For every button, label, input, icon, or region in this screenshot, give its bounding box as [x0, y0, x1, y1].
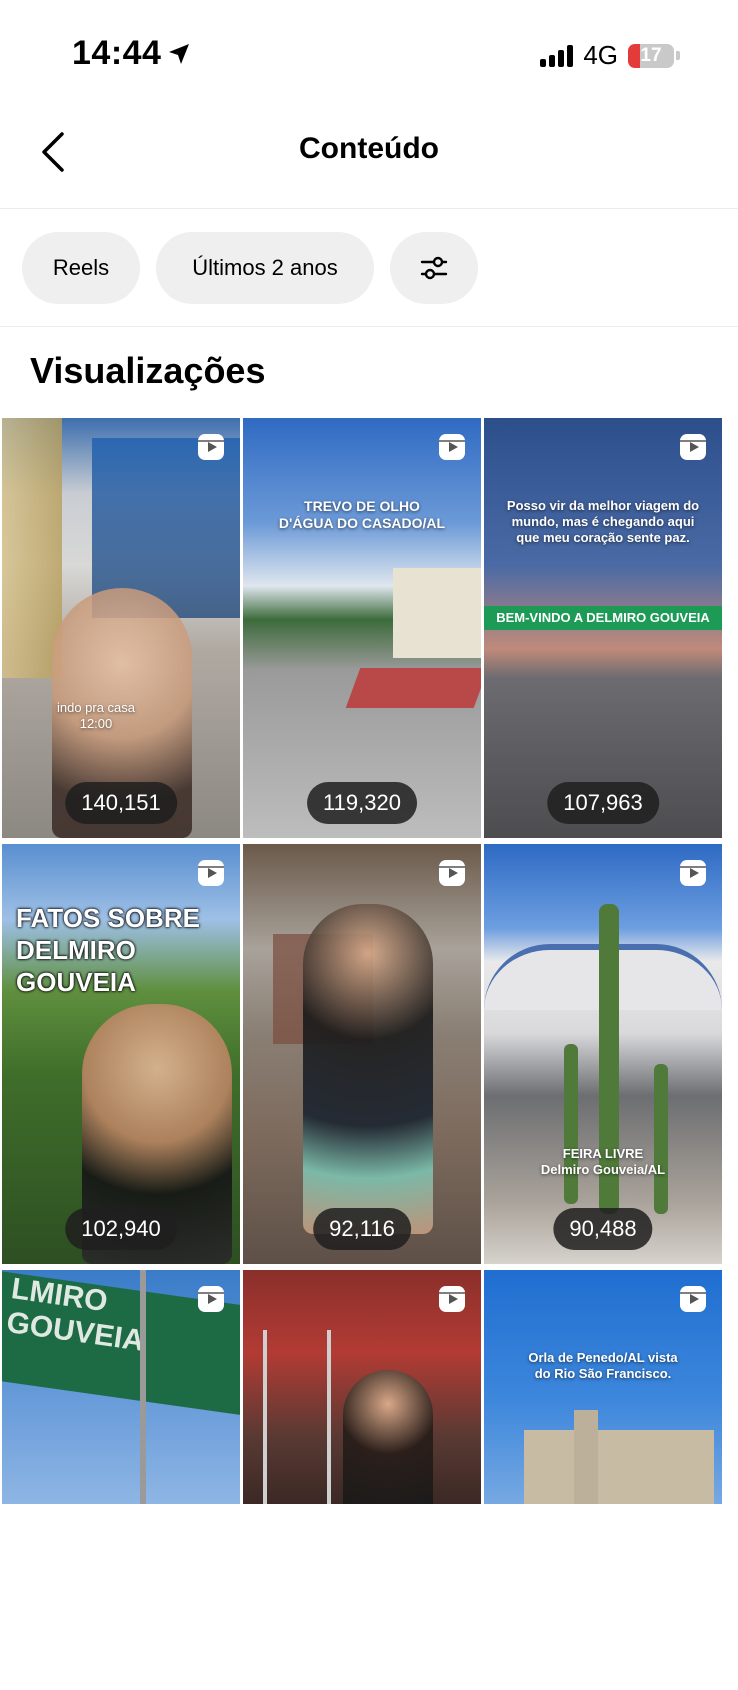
reel-caption: indo pra casa 12:00 — [56, 700, 136, 731]
reel-thumbnail[interactable]: TREVO DE OLHO D'ÁGUA DO CASADO/AL 119,32… — [243, 418, 481, 838]
reel-overlay-text: FATOS SOBRE DELMIRO GOUVEIA — [16, 902, 240, 998]
reel-thumbnail[interactable]: 92,116 — [243, 844, 481, 1264]
reel-caption: TREVO DE OLHO D'ÁGUA DO CASADO/AL — [278, 498, 446, 531]
sliders-icon — [420, 256, 448, 280]
period-filter[interactable]: Últimos 2 anos — [156, 232, 374, 304]
content-type-filter[interactable]: Reels — [22, 232, 140, 304]
page-title: Conteúdo — [299, 132, 439, 165]
reel-caption: Orla de Penedo/AL vista do Rio São Franc… — [528, 1350, 678, 1381]
view-count: 119,320 — [307, 782, 417, 824]
reel-thumbnail[interactable]: LMIRO GOUVEIA — [2, 1270, 240, 1506]
bottom-spacer — [0, 1504, 738, 1600]
header-divider — [0, 208, 738, 209]
reels-icon — [198, 434, 224, 460]
reel-thumbnail[interactable]: Orla de Penedo/AL vista do Rio São Franc… — [484, 1270, 722, 1506]
section-title: Visualizações — [30, 350, 266, 391]
status-bar: 14:44 4G 17 — [0, 0, 738, 100]
reel-overlay-text: FEIRA LIVRE Delmiro Gouveia/AL — [484, 1146, 722, 1178]
filter-settings-button[interactable] — [390, 232, 478, 304]
location-arrow-icon — [169, 43, 190, 64]
status-time-label: 14:44 — [72, 34, 162, 72]
reel-thumbnail[interactable]: BEM-VINDO A DELMIRO GOUVEIA Posso vir da… — [484, 418, 722, 838]
reel-overlay-text: Orla de Penedo/AL vista do Rio São Franc… — [484, 1350, 722, 1382]
network-type: 4G — [583, 40, 618, 70]
battery-icon: 17 — [628, 43, 674, 68]
reels-icon — [198, 860, 224, 886]
reels-icon — [439, 860, 465, 886]
reels-icon — [198, 1286, 224, 1312]
reels-icon — [439, 1286, 465, 1312]
view-count: 102,940 — [65, 1208, 177, 1250]
status-indicators: 4G 17 — [540, 40, 680, 71]
cellular-signal-icon — [540, 44, 574, 67]
status-time: 14:44 — [72, 34, 191, 73]
battery-level: 17 — [640, 44, 662, 66]
reel-thumbnail[interactable]: indo pra casa 12:00 140,151 — [2, 418, 240, 838]
view-count: 92,116 — [313, 1208, 411, 1250]
reel-caption: FATOS SOBRE DELMIRO GOUVEIA — [16, 903, 200, 997]
view-count: 140,151 — [65, 782, 177, 824]
reel-overlay-text: indo pra casa 12:00 — [32, 700, 160, 732]
reels-grid: indo pra casa 12:00 140,151 TREVO DE OLH… — [2, 418, 722, 1690]
reels-icon — [680, 434, 706, 460]
filter-divider — [0, 326, 738, 327]
view-count: 107,963 — [547, 782, 659, 824]
reels-icon — [439, 434, 465, 460]
reel-thumbnail[interactable]: FEIRA LIVRE Delmiro Gouveia/AL 90,488 — [484, 844, 722, 1264]
reel-thumbnail[interactable]: FATOS SOBRE DELMIRO GOUVEIA 102,940 — [2, 844, 240, 1264]
filter-bar: Reels Últimos 2 anos — [22, 232, 478, 304]
reel-overlay-text: Posso vir da melhor viagem do mundo, mas… — [484, 498, 722, 546]
reel-caption: FEIRA LIVRE Delmiro Gouveia/AL — [540, 1146, 666, 1177]
reel-thumbnail[interactable] — [243, 1270, 481, 1506]
reels-icon — [680, 860, 706, 886]
reel-overlay-text: TREVO DE OLHO D'ÁGUA DO CASADO/AL — [243, 498, 481, 532]
reels-icon — [680, 1286, 706, 1312]
battery-cap — [676, 51, 680, 60]
view-count: 90,488 — [553, 1208, 653, 1250]
reel-caption: Posso vir da melhor viagem do mundo, mas… — [506, 498, 700, 545]
